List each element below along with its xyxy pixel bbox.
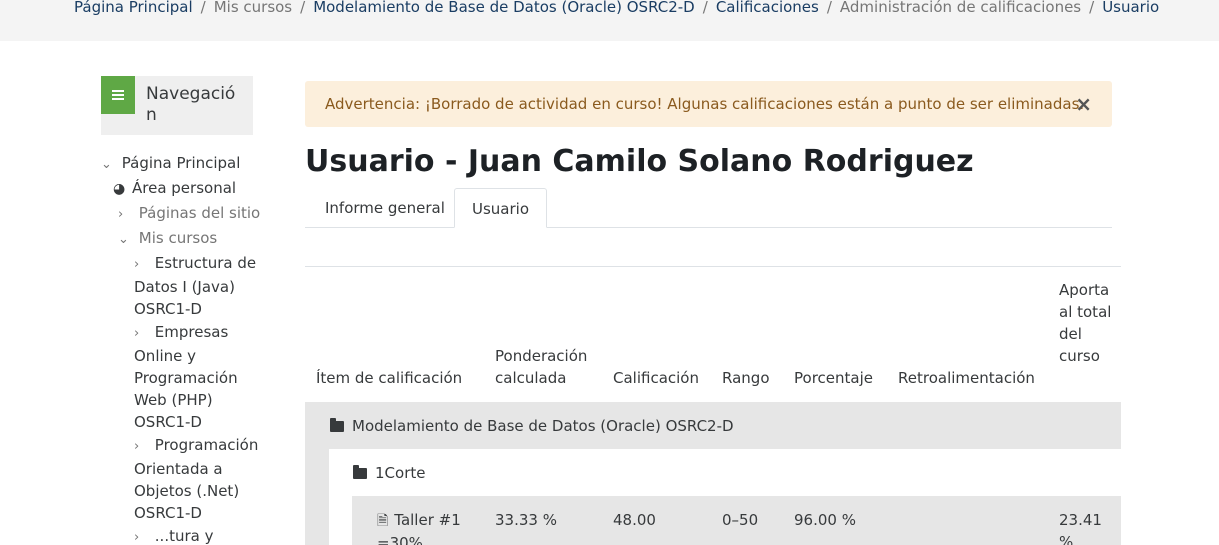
grade-item-label: Taller #1 =30% [377,511,461,545]
category-name: 1Corte [375,464,426,482]
breadcrumb-separator: / [702,0,708,16]
breadcrumb-grades[interactable]: Calificaciones [716,0,819,18]
column-header-weight: Ponderación calculada [495,347,588,387]
nav-item-course[interactable]: › ...tura y [134,525,213,545]
cell-percentage: 96.00 % [794,511,856,529]
column-header-feedback: Retroalimentación [898,369,1035,387]
nav-item-label: Páginas del sitio [138,204,261,222]
chevron-right-icon: › [118,207,124,222]
menu-icon[interactable] [101,76,135,114]
close-icon[interactable]: × [1075,81,1092,127]
column-header-contribution: Aporta al total del curso [1059,281,1112,365]
nav-item-label: Mis cursos [138,229,218,247]
chevron-right-icon: › [134,530,140,545]
dashboard-icon: ◕ [113,181,126,197]
breadcrumb-separator: / [1089,0,1095,16]
nav-item-course[interactable]: › Empresas Online y Programación Web (PH… [134,321,259,433]
nav-item-label: ...tura y [154,527,214,545]
nav-item-my-courses[interactable]: ⌄ Mis cursos [118,227,217,251]
nav-item-home[interactable]: ⌄ Página Principal [101,152,240,176]
nav-item-course[interactable]: › Programación Orientada a Objetos (.Net… [134,434,259,524]
alert-text: Advertencia: ¡Borrado de actividad en cu… [325,95,1085,113]
nav-item-dashboard[interactable]: ◕ Área personal [113,177,236,200]
nav-item-course[interactable]: › Estructura de Datos I (Java) OSRC1-D [134,252,259,320]
column-header-item: Ítem de calificación [316,369,463,387]
warning-alert: Advertencia: ¡Borrado de actividad en cu… [305,81,1112,127]
nav-item-label: Estructura de Datos I (Java) OSRC1-D [134,254,257,318]
tab-user-report[interactable]: Usuario [454,188,548,228]
breadcrumb-bar: Página Principal / Mis cursos / Modelami… [0,0,1219,41]
report-tabs: Informe general Usuario [305,188,1112,228]
chevron-right-icon: › [134,326,140,341]
cell-contribution: 23.41 % [1059,511,1102,545]
navigation-block-header: Navegación [101,76,253,135]
cell-grade: 48.00 [613,511,656,529]
nav-item-label: Programación Orientada a Objetos (.Net) … [134,436,259,522]
nav-item-label: Página Principal [121,154,241,172]
page-title: Usuario - Juan Camilo Solano Rodriguez [305,144,974,179]
grade-item-name[interactable]: 🗎 Taller #1 =30% [377,509,482,545]
cell-range: 0–50 [722,511,759,529]
cell-weight: 33.33 % [495,511,557,529]
course-row-label: Modelamiento de Base de Datos (Oracle) O… [330,415,734,437]
breadcrumb-user[interactable]: Usuario [1102,0,1159,18]
breadcrumb-separator: / [200,0,206,16]
column-header-percentage: Porcentaje [794,369,873,387]
breadcrumb-separator: / [826,0,832,16]
navigation-title: Navegación [146,84,236,125]
breadcrumb-separator: / [300,0,306,16]
chevron-down-icon: ⌄ [101,157,112,172]
course-name: Modelamiento de Base de Datos (Oracle) O… [352,417,734,435]
column-header-range: Rango [722,369,770,387]
chevron-right-icon: › [134,257,140,272]
breadcrumb: Página Principal / Mis cursos / Modelami… [74,0,1159,18]
folder-icon [330,418,344,432]
breadcrumb-my-courses: Mis cursos [213,0,293,16]
tab-overview-report[interactable]: Informe general [308,188,462,228]
breadcrumb-home[interactable]: Página Principal [74,0,193,18]
breadcrumb-grade-admin: Administración de calificaciones [839,0,1082,16]
chevron-down-icon: ⌄ [118,232,129,247]
nav-item-label: Área personal [132,179,237,197]
chevron-right-icon: › [134,439,140,454]
nav-item-label: Empresas Online y Programación Web (PHP)… [134,323,238,431]
folder-icon [353,465,367,479]
assignment-icon: 🗎 [377,513,389,529]
column-header-grade: Calificación [613,369,699,387]
breadcrumb-course[interactable]: Modelamiento de Base de Datos (Oracle) O… [313,0,695,18]
nav-item-site-pages[interactable]: › Páginas del sitio [118,202,260,226]
table-top-border [305,266,1121,267]
category-row-label: 1Corte [353,462,425,484]
